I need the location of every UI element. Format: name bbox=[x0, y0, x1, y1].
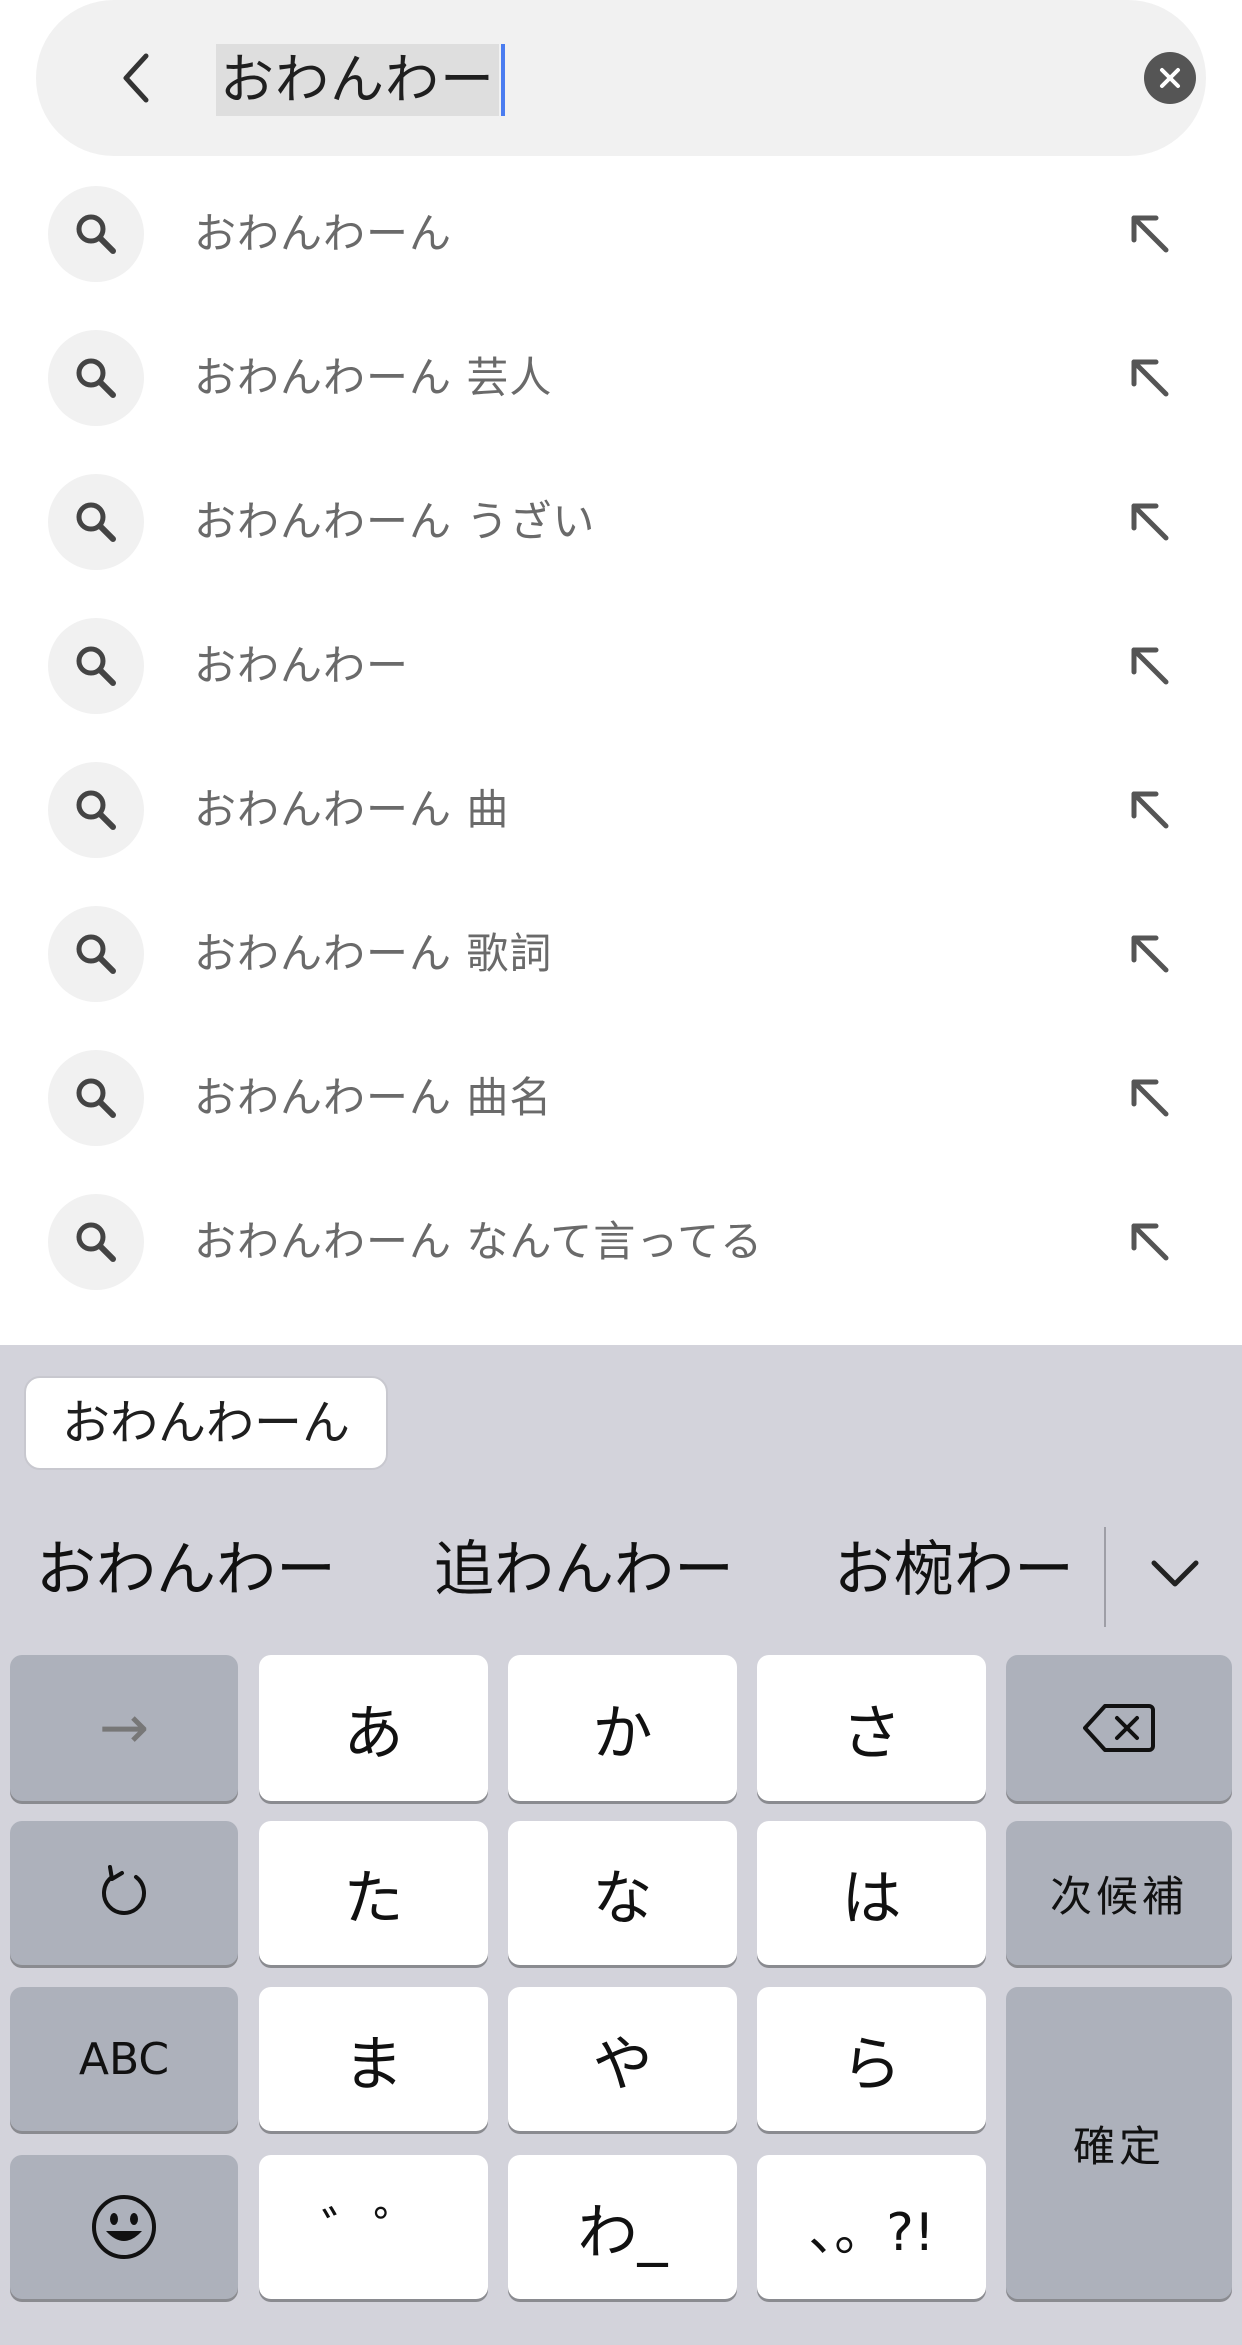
arrow-right-icon: → bbox=[98, 1693, 150, 1763]
live-conversion-candidate[interactable]: おわんわーん bbox=[24, 1376, 389, 1470]
key-label: さ bbox=[841, 1698, 902, 1769]
key-na[interactable]: な bbox=[508, 1821, 737, 1965]
candidate-divider bbox=[1104, 1527, 1106, 1627]
fill-query-button[interactable] bbox=[1122, 494, 1178, 550]
search-input[interactable]: おわんわー bbox=[216, 44, 505, 116]
candidate-item[interactable]: おわんわー bbox=[36, 1515, 336, 1625]
text-caret bbox=[501, 44, 505, 116]
search-bar: おわんわー bbox=[36, 0, 1206, 156]
suggestion-row[interactable]: おわんわー bbox=[0, 594, 1242, 738]
key-a[interactable]: あ bbox=[259, 1655, 488, 1801]
key-wa[interactable]: わ_ bbox=[508, 2155, 737, 2299]
suggestion-row[interactable]: おわんわーん bbox=[0, 162, 1242, 306]
key-label: は bbox=[841, 1863, 902, 1934]
japanese-keyboard: おわんわーん おわんわー 追わんわー お椀わー → あ か さ た な は 次候… bbox=[0, 1345, 1242, 2345]
back-button[interactable] bbox=[106, 48, 166, 108]
search-icon bbox=[48, 474, 144, 570]
fill-query-button[interactable] bbox=[1122, 350, 1178, 406]
candidate-bar: おわんわー 追わんわー お椀わー bbox=[0, 1515, 1242, 1627]
key-ka[interactable]: か bbox=[508, 1655, 737, 1801]
arrow-up-left-icon bbox=[1131, 791, 1169, 829]
suggestion-row[interactable]: おわんわーん 芸人 bbox=[0, 306, 1242, 450]
arrow-up-left-icon bbox=[1131, 935, 1169, 973]
suggestion-row[interactable]: おわんわーん 曲名 bbox=[0, 1026, 1242, 1170]
suggestion-text: おわんわーん 曲名 bbox=[194, 1073, 553, 1122]
key-label: ゛゜ bbox=[321, 2202, 426, 2263]
key-label: ら bbox=[841, 2029, 902, 2100]
search-query-text: おわんわー bbox=[216, 44, 499, 116]
clear-x-icon bbox=[1160, 68, 1180, 88]
expand-candidates-button[interactable] bbox=[1140, 1539, 1210, 1609]
search-icon bbox=[48, 186, 144, 282]
fill-query-button[interactable] bbox=[1122, 206, 1178, 262]
search-icon bbox=[48, 762, 144, 858]
emoji-key[interactable] bbox=[10, 2155, 238, 2299]
arrow-up-left-icon bbox=[1131, 647, 1169, 685]
candidate-item[interactable]: お椀わー bbox=[834, 1515, 1074, 1625]
suggestion-row[interactable]: おわんわーん 曲 bbox=[0, 738, 1242, 882]
search-icon bbox=[48, 618, 144, 714]
suggestion-text: おわんわーん なんて言ってる bbox=[194, 1217, 764, 1266]
backspace-icon bbox=[1083, 1704, 1155, 1752]
suggestion-row[interactable]: おわんわーん うざい bbox=[0, 450, 1242, 594]
suggestion-text: おわんわーん 芸人 bbox=[194, 353, 553, 402]
key-punctuation[interactable]: 、。?! bbox=[757, 2155, 986, 2299]
key-sa[interactable]: さ bbox=[757, 1655, 986, 1801]
suggestion-text: おわんわーん 曲 bbox=[194, 785, 510, 834]
arrow-up-left-icon bbox=[1131, 359, 1169, 397]
suggestion-text: おわんわーん bbox=[194, 209, 453, 258]
key-label: 次候補 bbox=[1049, 1871, 1188, 1921]
key-ta[interactable]: た bbox=[259, 1821, 488, 1965]
delete-key[interactable] bbox=[1006, 1655, 1232, 1801]
suggestion-row[interactable]: おわんわーん なんて言ってる bbox=[0, 1170, 1242, 1314]
fill-query-button[interactable] bbox=[1122, 638, 1178, 694]
clear-button[interactable] bbox=[1144, 52, 1196, 104]
key-label: た bbox=[343, 1863, 404, 1934]
suggestion-text: おわんわー bbox=[194, 641, 410, 690]
arrow-up-left-icon bbox=[1131, 215, 1169, 253]
arrow-up-left-icon bbox=[1131, 503, 1169, 541]
key-ra[interactable]: ら bbox=[757, 1987, 986, 2131]
chevron-left-icon bbox=[123, 53, 149, 103]
key-label: ま bbox=[343, 2029, 404, 2100]
fill-query-button[interactable] bbox=[1122, 1070, 1178, 1126]
search-icon bbox=[48, 1194, 144, 1290]
key-label: わ_ bbox=[577, 2197, 668, 2268]
emoji-icon bbox=[92, 2195, 156, 2259]
key-label: や bbox=[592, 2029, 653, 2100]
key-label: あ bbox=[343, 1698, 404, 1769]
undo-icon bbox=[102, 1865, 146, 1915]
cursor-right-key[interactable]: → bbox=[10, 1655, 238, 1801]
arrow-up-left-icon bbox=[1131, 1223, 1169, 1261]
fill-query-button[interactable] bbox=[1122, 782, 1178, 838]
key-label: な bbox=[592, 1863, 653, 1934]
suggestion-text: おわんわーん 歌詞 bbox=[194, 929, 553, 978]
key-dakuten[interactable]: ゛゜ bbox=[259, 2155, 488, 2299]
key-label: 確定 bbox=[1072, 2121, 1165, 2171]
chevron-down-icon bbox=[1151, 1560, 1199, 1587]
next-candidate-key[interactable]: 次候補 bbox=[1006, 1821, 1232, 1965]
confirm-key[interactable]: 確定 bbox=[1006, 1987, 1232, 2299]
key-ha[interactable]: は bbox=[757, 1821, 986, 1965]
key-label: ABC bbox=[78, 2033, 170, 2085]
abc-key[interactable]: ABC bbox=[10, 1987, 238, 2131]
fill-query-button[interactable] bbox=[1122, 926, 1178, 982]
key-ya[interactable]: や bbox=[508, 1987, 737, 2131]
key-label: か bbox=[592, 1698, 653, 1769]
arrow-up-left-icon bbox=[1131, 1079, 1169, 1117]
suggestion-row[interactable]: おわんわーん 歌詞 bbox=[0, 882, 1242, 1026]
key-label: 、。?! bbox=[808, 2202, 935, 2263]
undo-key[interactable] bbox=[10, 1821, 238, 1965]
search-icon bbox=[48, 906, 144, 1002]
key-ma[interactable]: ま bbox=[259, 1987, 488, 2131]
candidate-item[interactable]: 追わんわー bbox=[434, 1515, 734, 1625]
fill-query-button[interactable] bbox=[1122, 1214, 1178, 1270]
search-icon bbox=[48, 1050, 144, 1146]
suggestion-text: おわんわーん うざい bbox=[194, 497, 596, 546]
search-icon bbox=[48, 330, 144, 426]
